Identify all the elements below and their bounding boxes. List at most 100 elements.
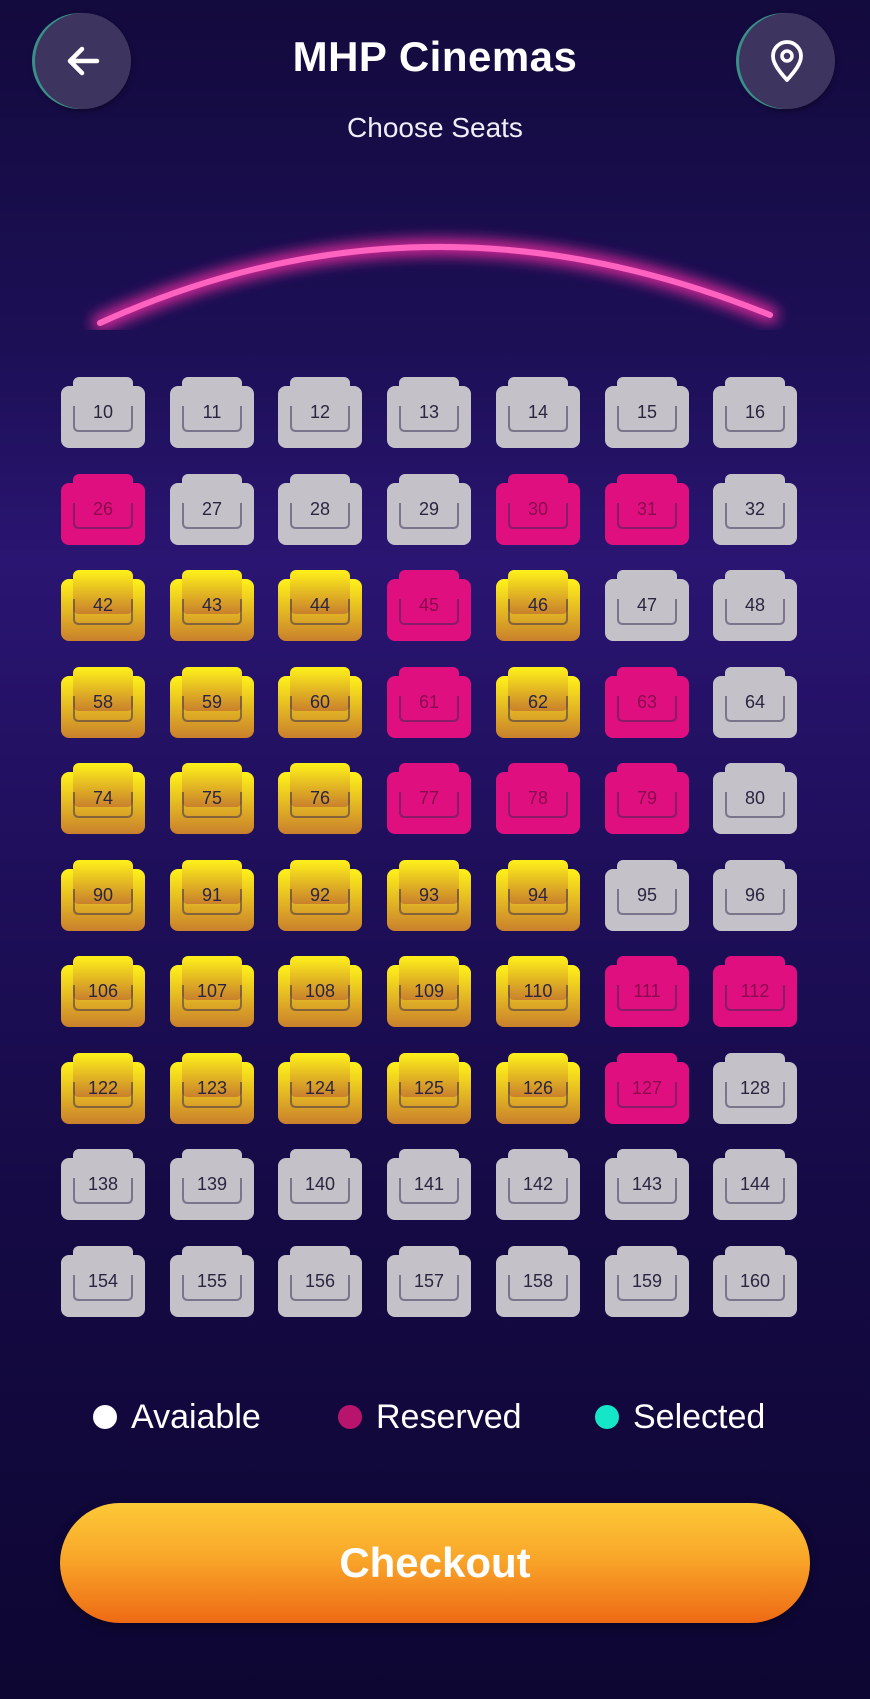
seat-78[interactable]: 78 xyxy=(495,762,581,836)
seat-number: 12 xyxy=(309,402,331,422)
seat-number: 157 xyxy=(413,1271,445,1291)
seat-95[interactable]: 95 xyxy=(604,859,690,933)
seat-number: 16 xyxy=(744,402,766,422)
seat-number: 46 xyxy=(527,595,549,615)
seat-27[interactable]: 27 xyxy=(169,473,255,547)
seat-number: 125 xyxy=(413,1078,445,1098)
seat-61[interactable]: 61 xyxy=(386,666,472,740)
seat-157[interactable]: 157 xyxy=(386,1245,472,1319)
seat-44[interactable]: 44 xyxy=(277,569,363,643)
seat-number: 32 xyxy=(744,499,766,519)
seat-75[interactable]: 75 xyxy=(169,762,255,836)
seat-43[interactable]: 43 xyxy=(169,569,255,643)
seat-140[interactable]: 140 xyxy=(277,1148,363,1222)
seat-number: 13 xyxy=(418,402,440,422)
legend-label: Avaiable xyxy=(131,1397,261,1436)
seat-number: 124 xyxy=(304,1078,336,1098)
seat-31[interactable]: 31 xyxy=(604,473,690,547)
seat-number: 74 xyxy=(92,788,114,808)
seat-15[interactable]: 15 xyxy=(604,376,690,450)
seat-142[interactable]: 142 xyxy=(495,1148,581,1222)
seat-46[interactable]: 46 xyxy=(495,569,581,643)
seat-76[interactable]: 76 xyxy=(277,762,363,836)
seat-28[interactable]: 28 xyxy=(277,473,363,547)
seat-74[interactable]: 74 xyxy=(60,762,146,836)
screen-arc xyxy=(92,238,778,330)
seat-number: 139 xyxy=(196,1174,228,1194)
seat-79[interactable]: 79 xyxy=(604,762,690,836)
seat-80[interactable]: 80 xyxy=(712,762,798,836)
seat-58[interactable]: 58 xyxy=(60,666,146,740)
seat-32[interactable]: 32 xyxy=(712,473,798,547)
seat-143[interactable]: 143 xyxy=(604,1148,690,1222)
seat-123[interactable]: 123 xyxy=(169,1052,255,1126)
seat-141[interactable]: 141 xyxy=(386,1148,472,1222)
seat-number: 158 xyxy=(522,1271,554,1291)
seat-number: 142 xyxy=(522,1174,554,1194)
seat-94[interactable]: 94 xyxy=(495,859,581,933)
seat-64[interactable]: 64 xyxy=(712,666,798,740)
seat-13[interactable]: 13 xyxy=(386,376,472,450)
seat-112[interactable]: 112 xyxy=(712,955,798,1029)
seat-122[interactable]: 122 xyxy=(60,1052,146,1126)
seat-126[interactable]: 126 xyxy=(495,1052,581,1126)
available-dot xyxy=(93,1405,117,1429)
seat-93[interactable]: 93 xyxy=(386,859,472,933)
seat-number: 26 xyxy=(92,499,114,519)
seat-number: 95 xyxy=(636,885,658,905)
seat-138[interactable]: 138 xyxy=(60,1148,146,1222)
seat-number: 143 xyxy=(631,1174,663,1194)
seat-number: 126 xyxy=(522,1078,554,1098)
seat-124[interactable]: 124 xyxy=(277,1052,363,1126)
seat-10[interactable]: 10 xyxy=(60,376,146,450)
seat-number: 43 xyxy=(201,595,223,615)
seat-107[interactable]: 107 xyxy=(169,955,255,1029)
seat-109[interactable]: 109 xyxy=(386,955,472,1029)
seat-111[interactable]: 111 xyxy=(604,955,690,1029)
seat-128[interactable]: 128 xyxy=(712,1052,798,1126)
seat-110[interactable]: 110 xyxy=(495,955,581,1029)
seat-14[interactable]: 14 xyxy=(495,376,581,450)
seat-47[interactable]: 47 xyxy=(604,569,690,643)
seat-number: 15 xyxy=(636,402,658,422)
seat-number: 107 xyxy=(196,981,228,1001)
seat-159[interactable]: 159 xyxy=(604,1245,690,1319)
location-button[interactable] xyxy=(739,13,835,109)
seat-45[interactable]: 45 xyxy=(386,569,472,643)
seat-63[interactable]: 63 xyxy=(604,666,690,740)
seat-158[interactable]: 158 xyxy=(495,1245,581,1319)
seat-62[interactable]: 62 xyxy=(495,666,581,740)
checkout-button[interactable]: Checkout xyxy=(60,1503,810,1623)
seat-60[interactable]: 60 xyxy=(277,666,363,740)
seat-91[interactable]: 91 xyxy=(169,859,255,933)
seat-92[interactable]: 92 xyxy=(277,859,363,933)
seat-number: 48 xyxy=(744,595,766,615)
seat-number: 108 xyxy=(304,981,336,1001)
seat-number: 96 xyxy=(744,885,766,905)
seat-48[interactable]: 48 xyxy=(712,569,798,643)
seat-42[interactable]: 42 xyxy=(60,569,146,643)
seat-12[interactable]: 12 xyxy=(277,376,363,450)
seat-139[interactable]: 139 xyxy=(169,1148,255,1222)
seat-108[interactable]: 108 xyxy=(277,955,363,1029)
seat-144[interactable]: 144 xyxy=(712,1148,798,1222)
seat-125[interactable]: 125 xyxy=(386,1052,472,1126)
seat-156[interactable]: 156 xyxy=(277,1245,363,1319)
seat-160[interactable]: 160 xyxy=(712,1245,798,1319)
seat-59[interactable]: 59 xyxy=(169,666,255,740)
seat-155[interactable]: 155 xyxy=(169,1245,255,1319)
seat-154[interactable]: 154 xyxy=(60,1245,146,1319)
seat-number: 93 xyxy=(418,885,440,905)
seat-26[interactable]: 26 xyxy=(60,473,146,547)
seat-106[interactable]: 106 xyxy=(60,955,146,1029)
seat-96[interactable]: 96 xyxy=(712,859,798,933)
seat-127[interactable]: 127 xyxy=(604,1052,690,1126)
seat-30[interactable]: 30 xyxy=(495,473,581,547)
seat-77[interactable]: 77 xyxy=(386,762,472,836)
seat-11[interactable]: 11 xyxy=(169,376,255,450)
seat-number: 44 xyxy=(309,595,331,615)
seat-number: 144 xyxy=(739,1174,771,1194)
seat-16[interactable]: 16 xyxy=(712,376,798,450)
seat-29[interactable]: 29 xyxy=(386,473,472,547)
seat-90[interactable]: 90 xyxy=(60,859,146,933)
